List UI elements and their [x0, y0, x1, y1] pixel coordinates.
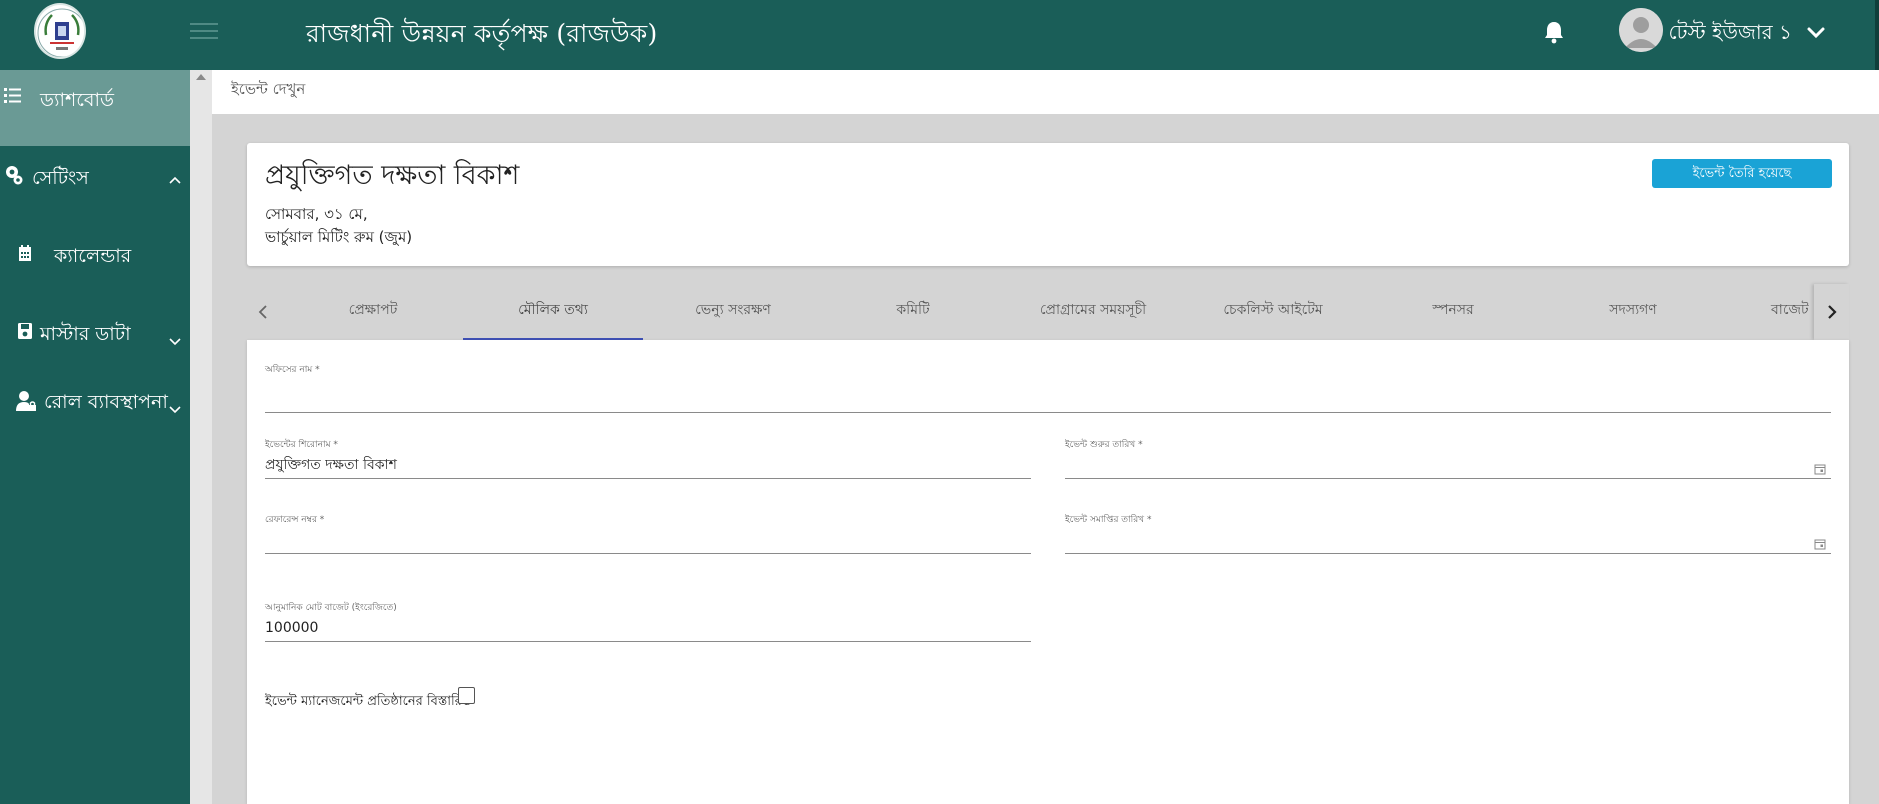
tab-basic-info[interactable]: মৌলিক তথ্য — [463, 284, 643, 340]
event-title-label: ইভেন্টের শিরোনাম * — [265, 440, 338, 450]
menu-toggle-icon[interactable] — [190, 18, 218, 44]
reference-number-label: রেফারেন্স নম্বর * — [265, 515, 325, 525]
calendar-icon — [18, 243, 32, 263]
sidebar-item-calendar[interactable]: ক্যালেন্ডার — [0, 226, 190, 302]
sidebar-item-label: রোল ব্যাবস্থাপনা — [44, 391, 168, 413]
reference-number-input[interactable] — [265, 526, 1031, 554]
calendar-icon[interactable] — [1814, 535, 1826, 550]
user-lock-icon — [16, 390, 36, 411]
tab-background[interactable]: প্রেক্ষাপট — [283, 284, 463, 340]
event-date: সোমবার, ৩১ মে, — [265, 205, 368, 223]
chevron-down-icon[interactable] — [1805, 22, 1827, 44]
breadcrumb-bar: ইভেন্ট দেখুন — [212, 70, 1879, 114]
end-date-input[interactable] — [1065, 526, 1831, 554]
sidebar-item-label: সেটিংস — [32, 167, 89, 189]
chevron-down-icon — [168, 400, 182, 414]
basic-info-form: অফিসের নাম * ইভেন্টের শিরোনাম * ইভেন্ট শ… — [247, 340, 1849, 804]
tab-scroll-right-button[interactable] — [1814, 284, 1849, 340]
top-bar: রাজধানী উন্নয়ন কর্তৃপক্ষ (রাজউক) টেস্ট … — [0, 0, 1879, 70]
sidebar: ড্যাশবোর্ড সেটিংস ক্যালেন্ডার মাস্টার ডা… — [0, 70, 190, 804]
office-name-label: অফিসের নাম * — [265, 365, 320, 375]
sidebar-item-master-data[interactable]: মাস্টার ডাটা — [0, 304, 190, 380]
app-title: রাজধানী উন্নয়ন কর্তৃপক্ষ (রাজউক) — [306, 19, 658, 48]
tab-scroll-left-icon[interactable] — [255, 300, 271, 324]
list-icon — [4, 86, 22, 106]
start-date-input[interactable] — [1065, 451, 1831, 479]
sidebar-item-dashboard[interactable]: ড্যাশবোর্ড — [0, 70, 190, 146]
chevron-right-icon[interactable] — [1824, 301, 1840, 323]
sidebar-scrollbar[interactable] — [190, 70, 212, 804]
notification-bell-icon[interactable] — [1543, 20, 1565, 44]
scroll-up-arrow-icon[interactable] — [196, 74, 206, 80]
event-status-button[interactable]: ইভেন্ট তৈরি হয়েছে — [1652, 159, 1832, 188]
start-date-label: ইভেন্ট শুরুর তারিখ * — [1065, 440, 1143, 450]
calendar-icon[interactable] — [1814, 460, 1826, 475]
rajuk-logo — [34, 3, 86, 59]
event-summary-card: প্রযুক্তিগত দক্ষতা বিকাশ সোমবার, ৩১ মে, … — [247, 143, 1849, 266]
sidebar-item-label: ড্যাশবোর্ড — [40, 89, 114, 111]
gears-icon — [4, 164, 24, 185]
sidebar-item-role-management[interactable]: রোল ব্যাবস্থাপনা — [0, 372, 190, 448]
event-title-input[interactable] — [265, 451, 1031, 479]
end-date-label: ইভেন্ট সমাপ্তির তারিখ * — [1065, 515, 1152, 525]
tab-members[interactable]: সদস্যগণ — [1543, 284, 1723, 340]
chevron-down-icon — [168, 332, 182, 346]
budget-input[interactable] — [265, 614, 1031, 642]
tab-program-schedule[interactable]: প্রোগ্রামের সময়সূচী — [1003, 284, 1183, 340]
management-details-label: ইভেন্ট ম্যানেজমেন্ট প্রতিষ্ঠানের বিস্তার… — [265, 694, 472, 709]
breadcrumb: ইভেন্ট দেখুন — [231, 80, 306, 98]
chevron-up-icon — [168, 170, 182, 184]
office-name-input[interactable] — [265, 385, 1831, 413]
event-title: প্রযুক্তিগত দক্ষতা বিকাশ — [265, 160, 520, 191]
tab-venue-booking[interactable]: ভেন্যু সংরক্ষণ — [643, 284, 823, 340]
tab-sponsors[interactable]: স্পনসর — [1363, 284, 1543, 340]
top-bar-edge — [1875, 0, 1879, 70]
sidebar-item-label: ক্যালেন্ডার — [54, 245, 132, 267]
tab-budget[interactable]: বাজেট — [1723, 284, 1814, 340]
user-name[interactable]: টেস্ট ইউজার ১ — [1642, 18, 1792, 51]
management-details-checkbox[interactable] — [458, 687, 475, 704]
tab-checklist-items[interactable]: চেকলিস্ট আইটেম — [1183, 284, 1363, 340]
event-venue: ভার্চুয়াল মিটিং রুম (জুম) — [265, 228, 413, 246]
save-icon — [17, 322, 33, 342]
budget-label: আনুমানিক মোট বাজেট (ইংরেজিতে) — [265, 603, 397, 613]
sidebar-item-settings[interactable]: সেটিংস — [0, 148, 190, 224]
tab-committee[interactable]: কমিটি — [823, 284, 1003, 340]
sidebar-item-label: মাস্টার ডাটা — [40, 323, 131, 345]
event-tabs: প্রেক্ষাপট মৌলিক তথ্য ভেন্যু সংরক্ষণ কমি… — [247, 284, 1849, 340]
